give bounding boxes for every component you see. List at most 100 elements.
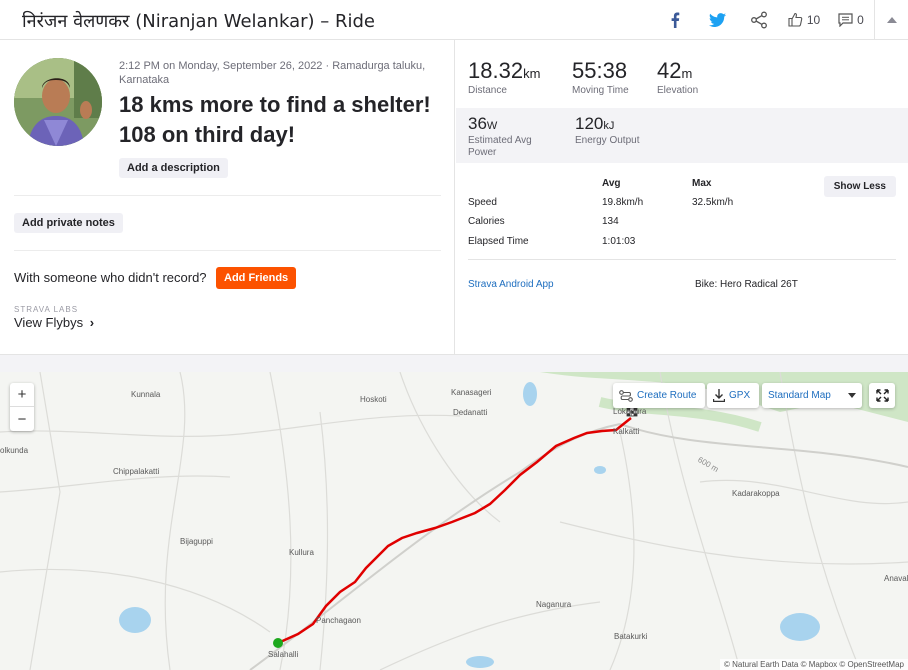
strava-labs-label: STRAVA LABS	[14, 305, 79, 314]
activity-title: 18 kms more to find a shelter! 108 on th…	[119, 92, 431, 147]
col-max-header: Max	[692, 178, 712, 189]
activity-meta: 2:12 PM on Monday, September 26, 2022 · …	[119, 60, 426, 86]
map-place-label: olkunda	[0, 446, 29, 455]
header-actions: 10 0	[654, 0, 908, 39]
map-place-label: Lokapura	[613, 407, 647, 416]
create-route-label: Create Route	[637, 390, 697, 401]
power-label: Estimated Avg Power	[468, 135, 532, 158]
comment-icon	[838, 12, 853, 27]
thumbs-up-icon	[788, 12, 803, 27]
energy-label: Energy Output	[575, 135, 640, 146]
stat-elevation: 42m Elevation	[657, 58, 698, 97]
add-description-button[interactable]: Add a description	[119, 158, 228, 178]
col-avg-header: Avg	[602, 178, 621, 189]
map-place-label: Dedanatti	[453, 408, 488, 417]
facebook-share-button[interactable]	[654, 0, 696, 39]
show-less-button[interactable]: Show Less	[823, 176, 896, 197]
row-label: Elapsed Time	[468, 236, 529, 247]
activity-header: निरंजन वेलणकर (Niranjan Welankar) – Ride…	[0, 0, 908, 40]
divider	[14, 195, 441, 196]
kudos-count: 10	[806, 12, 821, 27]
row-avg: 134	[602, 216, 619, 227]
activity-stats-panel: 18.32km Distance 55:38 Moving Time 42m E…	[456, 40, 908, 354]
start-marker	[273, 638, 283, 648]
energy-unit: kJ	[603, 120, 615, 132]
comment-count: 0	[857, 12, 864, 27]
map-place-label: Panchagaon	[316, 616, 361, 625]
moving-time-value: 55:38	[572, 58, 628, 83]
collapse-button[interactable]	[874, 0, 908, 39]
distance-unit: km	[523, 66, 541, 81]
view-flybys-label: View Flybys	[14, 315, 84, 330]
athlete-photo	[14, 58, 102, 146]
route-map[interactable]: Kunnala Hoskoti Kanasageri Dedanatti Kal…	[0, 372, 908, 670]
stat-moving-time: 55:38 Moving Time	[572, 58, 629, 97]
zoom-in-button[interactable]: +	[10, 383, 34, 407]
map-place-label: Bijaguppi	[180, 537, 213, 546]
moving-time-label: Moving Time	[572, 85, 629, 96]
twitter-icon	[708, 12, 726, 27]
distance-value: 18.32	[468, 58, 524, 83]
stat-energy: 120kJ Energy Output	[575, 114, 639, 147]
divider	[14, 250, 441, 251]
create-route-button[interactable]: Create Route	[613, 383, 705, 408]
power-unit: W	[486, 120, 498, 132]
twitter-share-button[interactable]	[696, 0, 738, 39]
download-icon	[713, 389, 725, 402]
distance-label: Distance	[468, 85, 507, 96]
caret-down-icon	[848, 393, 856, 398]
stat-power: 36W Estimated Avg Power	[468, 114, 548, 159]
view-flybys-link[interactable]: View Flybys ›	[14, 315, 94, 330]
share-icon	[751, 11, 767, 28]
comments-button[interactable]: 0	[828, 0, 874, 39]
map-type-label: Standard Map	[768, 390, 831, 401]
map-place-label: Chippalakatti	[113, 467, 160, 476]
fullscreen-button[interactable]	[869, 383, 895, 408]
row-label: Calories	[468, 216, 505, 227]
map-place-label: Kadarakoppa	[732, 489, 780, 498]
add-friends-button[interactable]: Add Friends	[216, 267, 297, 289]
share-button[interactable]	[738, 0, 780, 39]
elevation-value: 42	[657, 58, 682, 83]
row-max: 32.5km/h	[692, 197, 734, 208]
gpx-label: GPX	[729, 390, 751, 401]
map-place-label: Kunnala	[131, 390, 161, 399]
elevation-label: Elevation	[657, 85, 699, 96]
kudos-button[interactable]: 10	[780, 0, 828, 39]
with-someone-text: With someone who didn't record?	[14, 270, 207, 285]
bike-info: Bike: Hero Radical 26T	[695, 279, 798, 290]
map-attribution[interactable]: © Natural Earth Data © Mapbox © OpenStre…	[720, 659, 908, 670]
map-place-label: Kanasageri	[451, 388, 492, 397]
elevation-unit: m	[681, 66, 693, 81]
facebook-icon	[671, 12, 680, 28]
map-type-select[interactable]: Standard Map	[762, 383, 862, 408]
map-place-label: Salahalli	[268, 650, 299, 659]
map-place-label: Batakurki	[614, 632, 648, 641]
zoom-out-button[interactable]: −	[10, 407, 34, 431]
add-private-notes-button[interactable]: Add private notes	[14, 213, 123, 233]
map-place-label: Naganura	[536, 600, 572, 609]
device-link[interactable]: Strava Android App	[468, 279, 554, 290]
athlete-avatar[interactable]	[14, 58, 102, 146]
section-gap	[0, 354, 908, 372]
activity-summary-panel: 2:12 PM on Monday, September 26, 2022 · …	[0, 40, 455, 354]
page-title: निरंजन वेलणकर (Niranjan Welankar) – Ride	[22, 11, 375, 32]
map-place-label: Hoskoti	[360, 395, 387, 404]
map-place-label: Kullura	[289, 548, 314, 557]
map-place-label: Anaval	[884, 574, 908, 583]
zoom-controls: + −	[10, 383, 34, 431]
route-icon	[619, 389, 633, 402]
caret-up-icon	[886, 16, 897, 23]
chevron-right-icon: ›	[89, 315, 95, 330]
primary-stats: 18.32km Distance 55:38 Moving Time 42m E…	[456, 40, 908, 108]
gpx-download-button[interactable]: GPX	[707, 383, 759, 408]
secondary-stats: 36W Estimated Avg Power 120kJ Energy Out…	[456, 108, 908, 163]
map-place-label: Kalkatti	[613, 427, 640, 436]
row-label: Speed	[468, 197, 497, 208]
power-value: 36	[468, 114, 487, 133]
fullscreen-icon	[875, 389, 889, 402]
energy-value: 120	[575, 114, 604, 133]
divider	[468, 259, 896, 260]
row-avg: 1:01:03	[602, 236, 636, 247]
row-avg: 19.8km/h	[602, 197, 644, 208]
